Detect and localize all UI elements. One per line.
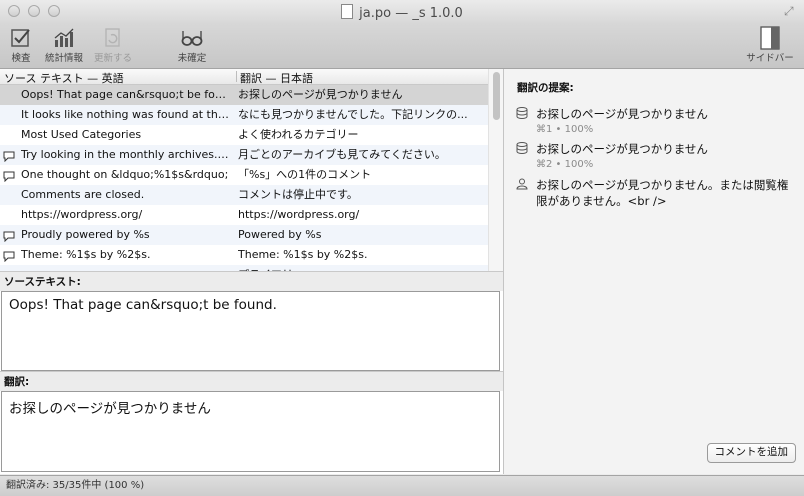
column-header-source[interactable]: ソース テキスト — 英語 bbox=[4, 70, 124, 86]
translation-cell: お探しのページが見つかりません bbox=[238, 88, 403, 101]
window-title: ja.po — _s 1.0.0 bbox=[0, 4, 804, 21]
column-header-translation[interactable]: 翻訳 — 日本語 bbox=[240, 70, 313, 86]
table-row[interactable]: Oops! That page can&rsquo;t be fou... お探し… bbox=[0, 85, 488, 105]
table-row[interactable]: One thought on &ldquo;%1$s&rdquo; 「%s」への1… bbox=[0, 165, 488, 185]
suggestion-meta: ⌘1 • 100% bbox=[536, 124, 594, 135]
table-row[interactable]: Theme: %1$s by %2$s. Theme: %1$s by %2$s. bbox=[0, 245, 488, 265]
refresh-document-icon bbox=[90, 26, 136, 50]
translation-label: 翻訳: bbox=[0, 371, 503, 391]
sidebar-icon bbox=[742, 26, 798, 50]
source-text-view[interactable]: Oops! That page can&rsquo;t be found. bbox=[1, 291, 500, 371]
translation-cell: 月ごとのアーカイブも見てみてください。 bbox=[238, 148, 446, 161]
source-cell: It looks like nothing was found at thi..… bbox=[21, 108, 231, 121]
suggestion-item[interactable]: お探しのページが見つかりません。または閲覧権限がありません。<br /> bbox=[516, 177, 796, 209]
title-bar: ja.po — _s 1.0.0 ⤢ bbox=[0, 0, 804, 24]
table-row[interactable]: It looks like nothing was found at thi..… bbox=[0, 105, 488, 125]
suggestion-text: お探しのページが見つかりません bbox=[536, 107, 708, 121]
source-cell: Oops! That page can&rsquo;t be fou... bbox=[21, 88, 231, 101]
statistics-button[interactable]: 統計情報 bbox=[40, 26, 88, 64]
source-cell: Most Used Categories bbox=[21, 128, 142, 141]
suggestion-meta: ⌘2 • 100% bbox=[536, 159, 594, 170]
table-row[interactable]: Proudly powered by %s Powered by %s bbox=[0, 225, 488, 245]
list-scrollbar[interactable] bbox=[488, 69, 504, 271]
add-comment-button[interactable]: コメントを追加 bbox=[706, 443, 796, 463]
bar-chart-icon bbox=[40, 26, 88, 50]
sidebar: 翻訳の提案: お探しのページが見つかりません ⌘1 • 100% お探しのページが見… bbox=[503, 69, 804, 474]
scrollbar-thumb[interactable] bbox=[493, 72, 500, 120]
translation-cell: コメントは停止中です。 bbox=[238, 188, 358, 201]
status-bar: 翻訳済み: 35/35件中 (100 %) bbox=[0, 475, 804, 496]
suggestions-title: 翻訳の提案: bbox=[517, 82, 574, 94]
translation-progress-text: 翻訳済み: 35/35件中 (100 %) bbox=[6, 480, 145, 491]
table-row[interactable]: https://wordpress.org/https://wordpress.… bbox=[0, 205, 488, 225]
source-cell: Comments are closed. bbox=[21, 188, 145, 201]
source-cell: https://wordpress.org/ bbox=[21, 208, 143, 221]
comment-icon bbox=[3, 229, 15, 243]
database-icon bbox=[516, 142, 528, 154]
suggestion-text: お探しのページが見つかりません。または閲覧権限がありません。<br /> bbox=[536, 178, 789, 208]
sidebar-toggle-button[interactable]: サイドバー bbox=[742, 26, 798, 64]
translation-text-field[interactable]: お探しのページが見つかりません bbox=[1, 391, 500, 472]
table-row[interactable]: Comments are closed. コメントは停止中です。 bbox=[0, 185, 488, 205]
table-row[interactable]: Most Used Categories よく使われるカテゴリー bbox=[0, 125, 488, 145]
translation-cell: なにも見つかりませんでした。下記リンクの... bbox=[238, 108, 468, 121]
table-row[interactable]: Try looking in the monthly archives. ...… bbox=[0, 145, 488, 165]
translation-cell: https://wordpress.org/ bbox=[238, 208, 360, 221]
fullscreen-icon[interactable]: ⤢ bbox=[784, 5, 796, 17]
source-text-label: ソーステキスト: bbox=[0, 271, 503, 291]
validate-button[interactable]: 検査 bbox=[4, 26, 38, 64]
database-icon bbox=[516, 107, 528, 119]
source-cell: Proudly powered by %s bbox=[21, 228, 150, 241]
suggestion-item[interactable]: お探しのページが見つかりません ⌘1 • 100% bbox=[516, 106, 796, 138]
list-header: ソース テキスト — 英語 翻訳 — 日本語 bbox=[0, 69, 488, 85]
translation-cell: 「%s」への1件のコメント bbox=[238, 168, 372, 181]
source-cell: Theme: %1$s by %2$s. bbox=[21, 248, 151, 261]
translation-cell: Powered by %s bbox=[238, 228, 322, 241]
update-button[interactable]: 更新する bbox=[90, 26, 136, 64]
translation-cell: Theme: %1$s by %2$s. bbox=[238, 248, 368, 261]
checkmark-icon bbox=[4, 26, 38, 50]
person-icon bbox=[516, 178, 528, 190]
fuzzy-button[interactable]: 未確定 bbox=[170, 26, 214, 64]
source-cell: Try looking in the monthly archives. ... bbox=[21, 148, 231, 161]
toolbar: 検査 統計情報 更新する 未確定 サイドバー bbox=[0, 24, 804, 69]
comment-icon bbox=[3, 169, 15, 183]
suggestion-text: お探しのページが見つかりません bbox=[536, 142, 708, 156]
source-cell: One thought on &ldquo;%1$s&rdquo; bbox=[21, 168, 229, 181]
translation-cell: よく使われるカテゴリー bbox=[238, 128, 359, 141]
comment-icon bbox=[3, 249, 15, 263]
glasses-icon bbox=[170, 26, 214, 50]
translation-list[interactable]: Oops! That page can&rsquo;t be fou... お探し… bbox=[0, 85, 488, 271]
document-icon bbox=[341, 4, 354, 19]
editor-pane: ソース テキスト — 英語 翻訳 — 日本語 Oops! That page c… bbox=[0, 69, 504, 474]
column-divider[interactable] bbox=[236, 71, 237, 82]
suggestion-item[interactable]: お探しのページが見つかりません ⌘2 • 100% bbox=[516, 141, 796, 173]
comment-icon bbox=[3, 149, 15, 163]
